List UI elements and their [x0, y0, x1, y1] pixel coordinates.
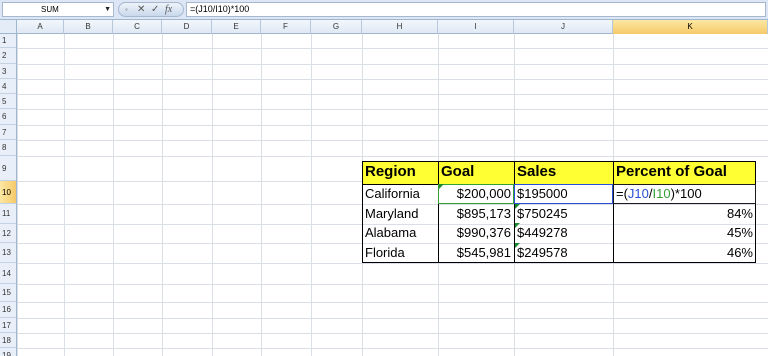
grid-line — [17, 64, 768, 65]
error-indicator-icon[interactable] — [515, 204, 520, 209]
column-header-j[interactable]: J — [514, 20, 613, 34]
table-header-cell[interactable]: Goal — [438, 161, 514, 184]
grid-line — [17, 125, 768, 126]
grid-line — [17, 140, 768, 141]
column-header-f[interactable]: F — [261, 20, 311, 34]
row-header-1[interactable]: 1 — [0, 34, 16, 48]
grid-line — [17, 318, 768, 319]
column-header-a[interactable]: A — [17, 20, 64, 34]
row-header-13[interactable]: 13 — [0, 243, 16, 263]
sales-cell[interactable]: $449278 — [514, 223, 613, 243]
formula-input[interactable]: =(J10/I10)*100 — [186, 2, 766, 17]
goal-cell[interactable]: $895,173 — [438, 204, 514, 223]
column-header-k[interactable]: K — [613, 20, 768, 34]
table-header-cell[interactable]: Sales — [514, 161, 613, 184]
row-header-6[interactable]: 6 — [0, 109, 16, 125]
grid-line — [17, 263, 768, 264]
formula-buttons: ◦ ✕ ✓ fx — [118, 2, 184, 17]
error-indicator-icon[interactable] — [515, 223, 520, 228]
chevron-down-icon[interactable]: ▼ — [104, 3, 111, 16]
active-cell-k10 — [613, 184, 756, 204]
goal-cell[interactable]: $990,376 — [438, 223, 514, 243]
select-all-corner[interactable] — [0, 20, 17, 34]
ref-box-j10 — [514, 184, 613, 204]
grid-line — [17, 48, 768, 49]
grid-line — [311, 34, 312, 356]
grid-line — [64, 34, 65, 356]
grid-line — [17, 333, 768, 334]
row-header-4[interactable]: 4 — [0, 79, 16, 94]
goal-cell[interactable]: $545,981 — [438, 243, 514, 263]
region-cell[interactable]: Alabama — [362, 223, 438, 243]
row-header-17[interactable]: 17 — [0, 318, 16, 333]
column-header-h[interactable]: H — [362, 20, 438, 34]
error-indicator-icon[interactable] — [515, 243, 520, 248]
percent-of-goal-cell[interactable]: 46% — [613, 243, 756, 263]
column-header-b[interactable]: B — [64, 20, 113, 34]
ref-box-i10 — [438, 184, 514, 204]
column-header-e[interactable]: E — [212, 20, 261, 34]
percent-of-goal-cell[interactable]: 84% — [613, 204, 756, 223]
grid-line — [261, 34, 262, 356]
row-header-10[interactable]: 10 — [0, 181, 16, 204]
grid-line — [17, 156, 768, 157]
grid-line — [17, 348, 768, 349]
row-header-9[interactable]: 9 — [0, 156, 16, 181]
grip-icon: ◦ — [125, 5, 128, 14]
grid-line — [17, 302, 768, 303]
sales-cell[interactable]: $249578 — [514, 243, 613, 263]
grid-line — [17, 94, 768, 95]
percent-of-goal-cell[interactable]: 45% — [613, 223, 756, 243]
grid-line — [17, 79, 768, 80]
region-cell[interactable]: Florida — [362, 243, 438, 263]
column-header-g[interactable]: G — [311, 20, 362, 34]
grid-line — [17, 109, 768, 110]
cancel-icon[interactable]: ✕ — [137, 3, 145, 17]
table-header-cell[interactable]: Region — [362, 161, 438, 184]
excel-window: SUM ▼ ◦ ✕ ✓ fx =(J10/I10)*100 ABCDEFGHIJ… — [0, 0, 768, 356]
region-cell[interactable]: California — [362, 184, 438, 204]
column-headers: ABCDEFGHIJK — [17, 20, 768, 34]
row-header-11[interactable]: 11 — [0, 204, 16, 224]
table-header-cell[interactable]: Percent of Goal — [613, 161, 756, 184]
row-header-5[interactable]: 5 — [0, 94, 16, 109]
row-header-14[interactable]: 14 — [0, 263, 16, 284]
formula-bar: SUM ▼ ◦ ✕ ✓ fx =(J10/I10)*100 — [0, 0, 768, 20]
grid-line — [113, 34, 114, 356]
column-header-c[interactable]: C — [113, 20, 162, 34]
row-header-19[interactable]: 19 — [0, 348, 16, 356]
row-header-3[interactable]: 3 — [0, 64, 16, 79]
row-header-7[interactable]: 7 — [0, 125, 16, 140]
sales-cell[interactable]: $750245 — [514, 204, 613, 223]
table-divider — [613, 161, 614, 263]
row-header-18[interactable]: 18 — [0, 333, 16, 348]
row-header-8[interactable]: 8 — [0, 140, 16, 156]
grid-line — [17, 284, 768, 285]
column-header-i[interactable]: I — [438, 20, 514, 34]
error-indicator-icon[interactable] — [439, 184, 444, 189]
row-headers: 1 2 3 4 5 6 7 8 9 10 11 12 13 14 15 16 17 18 19 — [0, 34, 17, 356]
column-header-d[interactable]: D — [162, 20, 212, 34]
row-header-16[interactable]: 16 — [0, 302, 16, 318]
name-box-value: SUM — [41, 5, 59, 14]
grid-line — [162, 34, 163, 356]
row-header-15[interactable]: 15 — [0, 284, 16, 302]
insert-function-icon[interactable]: fx — [165, 3, 172, 17]
row-header-2[interactable]: 2 — [0, 48, 16, 64]
table-divider — [438, 161, 439, 263]
enter-icon[interactable]: ✓ — [151, 3, 159, 17]
region-cell[interactable]: Maryland — [362, 204, 438, 223]
name-box[interactable]: SUM ▼ — [2, 2, 114, 17]
grid-line — [212, 34, 213, 356]
row-header-12[interactable]: 12 — [0, 224, 16, 243]
